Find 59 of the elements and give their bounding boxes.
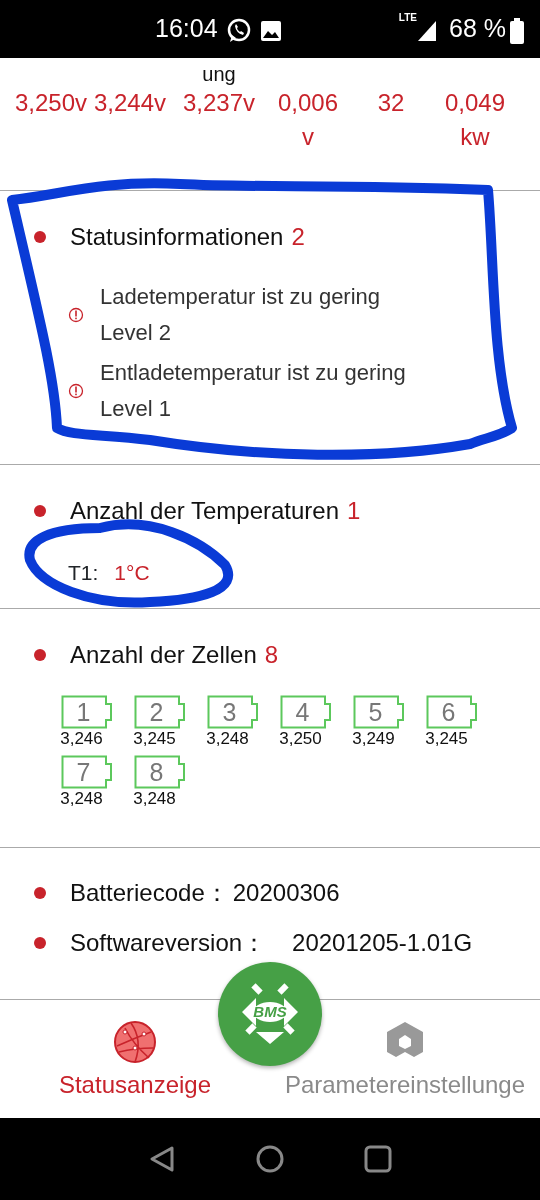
globe-icon <box>113 1020 157 1064</box>
cell-battery: 8 <box>133 755 186 789</box>
cell-battery: 7 <box>60 755 113 789</box>
cell-battery: 6 <box>425 695 478 729</box>
reading-value: 0,006 <box>277 88 339 118</box>
status-tab[interactable]: Statusanzeige <box>58 1070 212 1100</box>
info-label: Softwareversion： <box>70 928 267 958</box>
bms-button[interactable]: BMS <box>218 962 322 1066</box>
cell-voltage: 3,245 <box>133 729 176 749</box>
reading-value: 3,244v <box>93 88 167 118</box>
back-icon <box>148 1145 176 1173</box>
cell-battery: 1 <box>60 695 113 729</box>
section-count: 2 <box>291 222 305 252</box>
cell-voltage: 3,248 <box>60 789 103 809</box>
cell-battery: 3 <box>206 695 259 729</box>
cell-voltage: 3,248 <box>133 789 176 809</box>
info-value: 20200306 <box>232 878 340 908</box>
cell-voltage: 3,249 <box>352 729 395 749</box>
section-count: 1 <box>347 496 361 526</box>
alert-level: Level 2 <box>100 319 172 347</box>
alert-message: Entladetemperatur ist zu gering <box>100 359 406 387</box>
reading-value: 0,049 <box>444 88 506 118</box>
warning-icon <box>68 383 84 399</box>
cell-battery: 5 <box>352 695 405 729</box>
cell-voltage: 3,245 <box>425 729 468 749</box>
bullet-dot <box>34 937 46 949</box>
battery-percent: 68 % <box>449 13 506 45</box>
reading-unit: kw <box>460 122 490 152</box>
recents-icon <box>364 1145 392 1173</box>
chip-icon <box>240 982 300 1046</box>
reading-unit: v <box>302 122 314 152</box>
bullet-dot <box>34 887 46 899</box>
column-heading: ung <box>202 62 236 86</box>
bullet-dot <box>34 231 46 243</box>
cell-battery: 2 <box>133 695 186 729</box>
reading-value: 32 <box>377 88 405 118</box>
cell-battery: 4 <box>279 695 332 729</box>
section-heading: Anzahl der Zellen <box>70 640 257 670</box>
cell-voltage: 3,246 <box>60 729 103 749</box>
bullet-dot <box>34 649 46 661</box>
warning-icon <box>68 307 84 323</box>
sensor-label: T1: <box>68 560 99 586</box>
home-icon <box>256 1145 284 1173</box>
sensor-value: 1°C <box>114 560 150 586</box>
clock-time: 16:04 <box>155 13 218 45</box>
reading-value: 3,250v <box>14 88 88 118</box>
network-type: LTE <box>398 11 417 26</box>
cell-voltage: 3,248 <box>206 729 249 749</box>
reading-value: 3,237v <box>182 88 256 118</box>
section-count: 8 <box>264 640 279 670</box>
section-heading: Anzahl der Temperaturen <box>70 496 340 526</box>
info-label: Batteriecode： <box>70 878 229 908</box>
info-value: 20201205-1.01G <box>292 928 473 958</box>
alert-level: Level 1 <box>100 395 172 423</box>
alert-message: Ladetemperatur ist zu gering <box>100 283 381 311</box>
section-heading: Statusinformationen <box>70 222 284 252</box>
settings-tab[interactable]: Parametereinstellunge <box>284 1070 526 1100</box>
bullet-dot <box>34 505 46 517</box>
cell-voltage: 3,250 <box>279 729 322 749</box>
